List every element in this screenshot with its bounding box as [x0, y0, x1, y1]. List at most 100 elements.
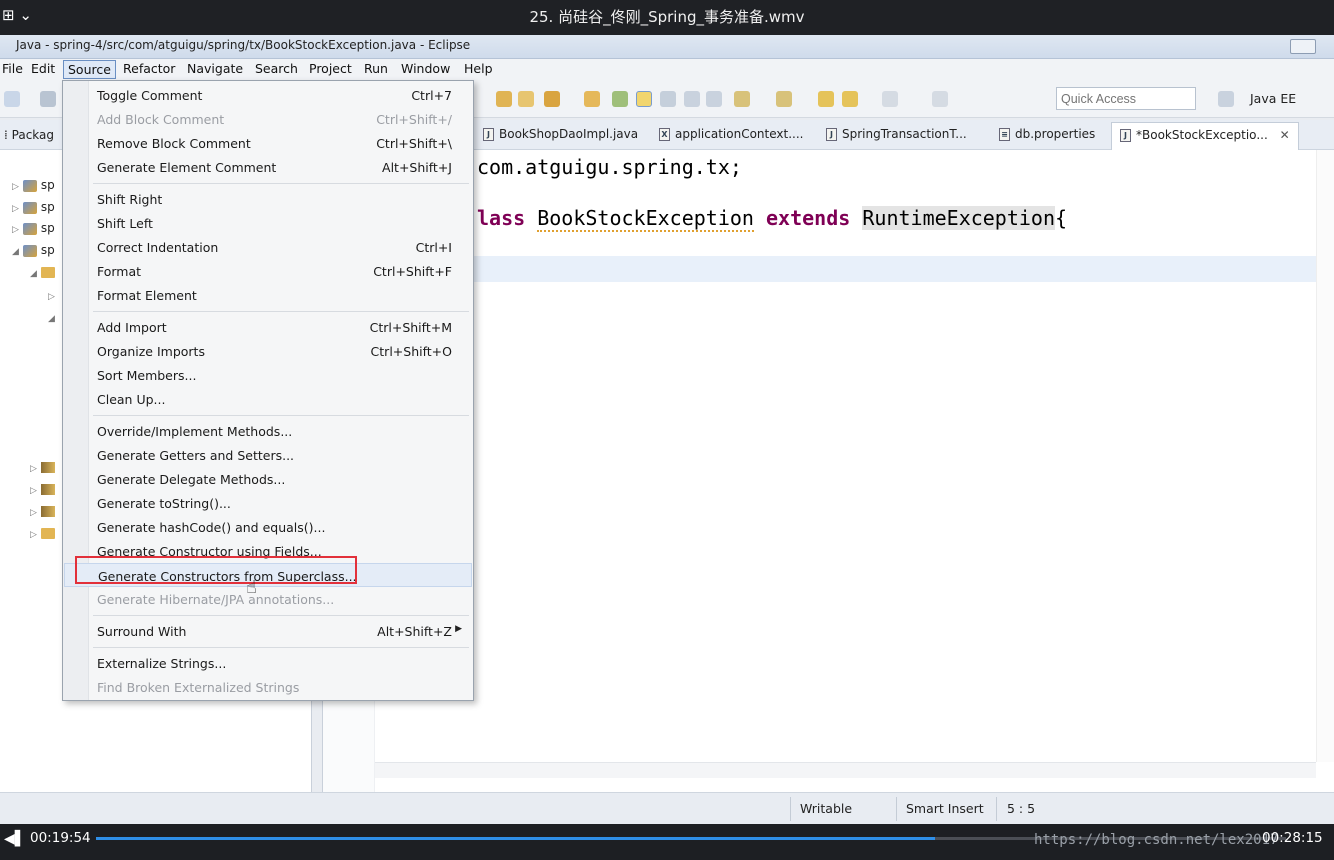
menu-item-label: Sort Members...	[97, 368, 197, 383]
prev-annotation-icon[interactable]	[776, 91, 792, 107]
menu-item-clean-up[interactable]: Clean Up...	[64, 387, 472, 411]
forward-icon[interactable]	[882, 91, 898, 107]
save-icon[interactable]	[40, 91, 56, 107]
expand-arrow-icon[interactable]: ▷	[48, 292, 55, 302]
menu-item-generate-delegate-methods[interactable]: Generate Delegate Methods...	[64, 467, 472, 491]
project-icon	[22, 201, 37, 214]
expand-arrow-icon[interactable]: ▷	[12, 225, 19, 235]
open-folder-icon[interactable]	[518, 91, 534, 107]
menu-item-generate-element-comment[interactable]: Generate Element Comment Alt+Shift+J	[64, 155, 472, 179]
show-whitespace-icon[interactable]	[706, 91, 722, 107]
tree-node[interactable]: ▷	[48, 288, 59, 302]
toggle-icon[interactable]	[660, 91, 676, 107]
search-folder-icon[interactable]	[584, 91, 600, 107]
collapse-arrow-icon[interactable]: ◢	[48, 314, 55, 324]
menu-help[interactable]: Help	[460, 60, 497, 79]
last-edit-icon[interactable]	[818, 91, 834, 107]
tab-db-properties[interactable]: ≡ db.properties	[999, 127, 1095, 141]
menu-item-label: Organize Imports	[97, 344, 205, 359]
tab-bookshopdaoimpl[interactable]: J BookShopDaoImpl.java	[483, 127, 638, 141]
new-icon[interactable]	[4, 91, 20, 107]
submenu-arrow-icon: ▶	[455, 624, 462, 634]
menu-file[interactable]: File	[0, 60, 27, 79]
menu-item-add-block-comment[interactable]: Add Block Comment Ctrl+Shift+/	[64, 107, 472, 131]
menu-item-organize-imports[interactable]: Organize Imports Ctrl+Shift+O	[64, 339, 472, 363]
back-icon[interactable]	[842, 91, 858, 107]
menu-window[interactable]: Window	[397, 60, 454, 79]
menu-item-format[interactable]: Format Ctrl+Shift+F	[64, 259, 472, 283]
menu-run[interactable]: Run	[360, 60, 392, 79]
menu-item-generate-hibernate-jpa[interactable]: Generate Hibernate/JPA annotations...	[64, 587, 472, 611]
vertical-scrollbar[interactable]	[1316, 150, 1334, 762]
minimize-button[interactable]	[1290, 39, 1316, 54]
menu-item-shift-left[interactable]: Shift Left	[64, 211, 472, 235]
lightbulb-icon[interactable]	[612, 91, 628, 107]
menu-item-format-element[interactable]: Format Element	[64, 283, 472, 307]
editor-tab-bar: J BookShopDaoImpl.java XapplicationContex…	[323, 120, 1334, 150]
menu-navigate[interactable]: Navigate	[183, 60, 247, 79]
menu-item-override-implement[interactable]: Override/Implement Methods...	[64, 419, 472, 443]
menu-search[interactable]: Search	[251, 60, 302, 79]
open-type-icon[interactable]	[496, 91, 512, 107]
tree-node[interactable]: ◢	[48, 310, 59, 324]
menu-item-label: Generate Hibernate/JPA annotations...	[97, 592, 335, 607]
menu-refactor[interactable]: Refactor	[119, 60, 179, 79]
menu-item-remove-block-comment[interactable]: Remove Block Comment Ctrl+Shift+\	[64, 131, 472, 155]
tree-project-expanded[interactable]: ◢ sp	[12, 243, 55, 257]
pin-icon[interactable]	[932, 91, 948, 107]
expand-arrow-icon[interactable]: ▷	[12, 182, 19, 192]
library-icon	[40, 506, 55, 517]
horizontal-scrollbar[interactable]	[375, 762, 1316, 778]
close-tab-icon[interactable]: ✕	[1280, 128, 1290, 142]
play-pause-icon[interactable]: ◀▌	[4, 831, 26, 847]
tree-src-folder[interactable]: ◢	[30, 265, 59, 279]
perspective-java-ee[interactable]: Java EE	[1250, 91, 1296, 106]
expand-arrow-icon[interactable]: ▷	[12, 204, 19, 214]
menu-item-find-broken-externalized-strings[interactable]: Find Broken Externalized Strings	[64, 675, 472, 699]
pencil-icon[interactable]	[544, 91, 560, 107]
menu-item-add-import[interactable]: Add Import Ctrl+Shift+M	[64, 315, 472, 339]
project-label: sp	[40, 221, 55, 235]
collapse-arrow-icon[interactable]: ◢	[12, 247, 19, 257]
menu-item-sort-members[interactable]: Sort Members...	[64, 363, 472, 387]
package-explorer-tab[interactable]: ⁞ Packag	[4, 128, 54, 142]
expand-arrow-icon[interactable]: ▷	[30, 508, 37, 518]
properties-file-icon: ≡	[999, 128, 1010, 141]
tree-library[interactable]: ▷	[30, 460, 59, 474]
menu-project[interactable]: Project	[305, 60, 356, 79]
tab-applicationcontext[interactable]: XapplicationContext....	[659, 127, 803, 141]
next-annotation-icon[interactable]	[734, 91, 750, 107]
menu-source[interactable]: Source	[63, 60, 116, 79]
menu-edit[interactable]: Edit	[27, 60, 59, 79]
mark-occurrences-icon[interactable]	[636, 91, 652, 107]
tree-project[interactable]: ▷ sp	[12, 221, 55, 235]
tree-folder[interactable]: ▷	[30, 526, 59, 540]
collapse-arrow-icon[interactable]: ◢	[30, 269, 37, 279]
tree-library[interactable]: ▷	[30, 504, 59, 518]
expand-arrow-icon[interactable]: ▷	[30, 486, 37, 496]
menu-item-shift-right[interactable]: Shift Right	[64, 187, 472, 211]
brace: {	[1055, 206, 1068, 230]
menu-item-shortcut: Ctrl+7	[411, 88, 452, 103]
video-title: 25. 尚硅谷_佟刚_Spring_事务准备.wmv	[529, 8, 805, 26]
menu-item-toggle-comment[interactable]: Toggle Comment Ctrl+7	[64, 83, 472, 107]
menu-item-generate-getters-setters[interactable]: Generate Getters and Setters...	[64, 443, 472, 467]
menu-item-generate-tostring[interactable]: Generate toString()...	[64, 491, 472, 515]
tree-project[interactable]: ▷ sp	[12, 200, 55, 214]
menu-item-surround-with[interactable]: Surround With Alt+Shift+Z ▶	[64, 619, 472, 643]
block-select-icon[interactable]	[684, 91, 700, 107]
expand-arrow-icon[interactable]: ▷	[30, 530, 37, 540]
tree-library[interactable]: ▷	[30, 482, 59, 496]
menu-item-generate-hashcode-equals[interactable]: Generate hashCode() and equals()...	[64, 515, 472, 539]
open-perspective-icon[interactable]	[1218, 91, 1234, 107]
tree-project[interactable]: ▷ sp	[12, 178, 55, 192]
quick-access-input[interactable]	[1056, 87, 1196, 110]
code-area[interactable]: com.atguigu.spring.tx; lass BookStockExc…	[375, 150, 1314, 762]
menu-item-correct-indentation[interactable]: Correct Indentation Ctrl+I	[64, 235, 472, 259]
current-time: 00:19:54	[30, 830, 91, 846]
tab-springtransactiontest[interactable]: J SpringTransactionT...	[826, 127, 967, 141]
tab-bookstockexception[interactable]: J *BookStockExceptio... ✕	[1111, 122, 1299, 150]
progress-fill	[96, 837, 935, 840]
expand-arrow-icon[interactable]: ▷	[30, 464, 37, 474]
menu-item-externalize-strings[interactable]: Externalize Strings...	[64, 651, 472, 675]
